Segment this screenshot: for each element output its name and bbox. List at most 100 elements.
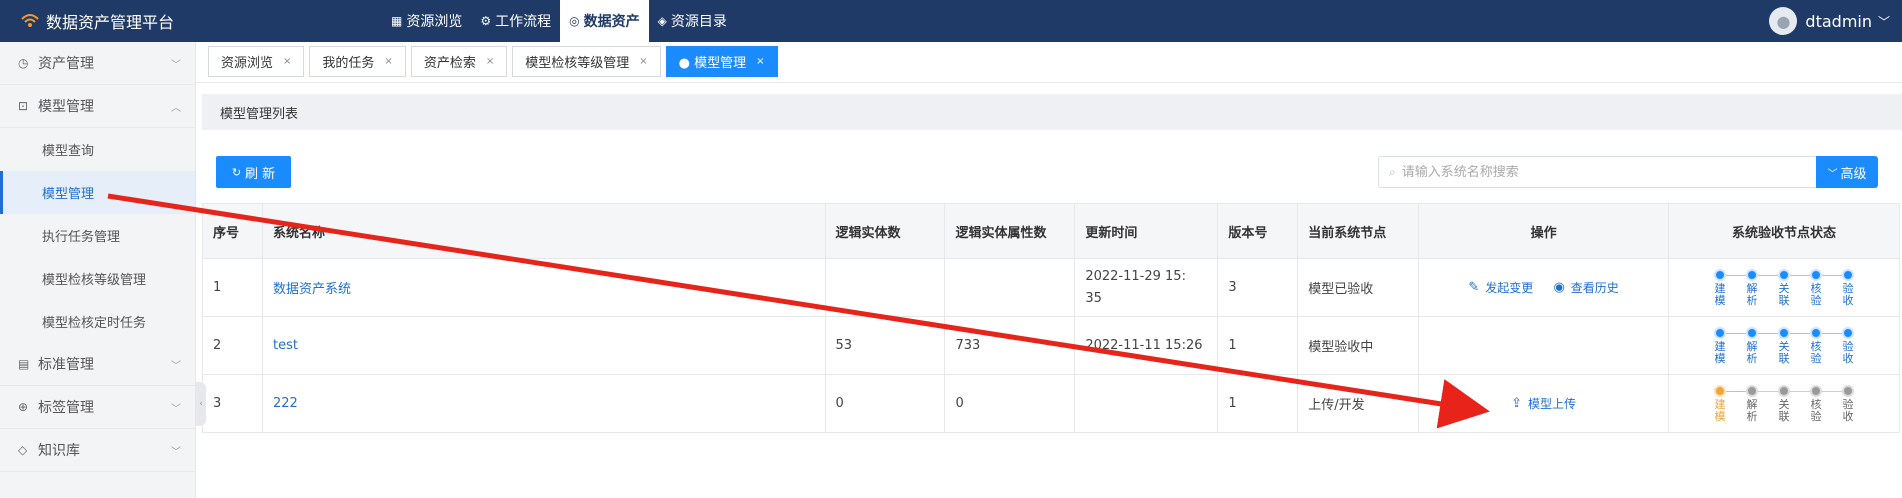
cell-node: 模型已验收 xyxy=(1297,258,1420,317)
tabs-divider xyxy=(196,82,1902,83)
user-menu[interactable]: ● dtadmin ﹀ xyxy=(1769,0,1890,42)
sidebar-item-standard-management[interactable]: ▤ 标准管理 ﹀ xyxy=(0,343,195,386)
cell-index: 3 xyxy=(202,374,263,433)
tab-my-tasks[interactable]: 我的任务 × xyxy=(309,46,406,77)
view-history-button[interactable]: ◉ 查看历史 xyxy=(1553,279,1618,296)
wifi-logo-icon xyxy=(20,11,40,31)
step-modeling: 建模 xyxy=(1704,326,1746,365)
brand[interactable]: 数据资产管理平台 xyxy=(0,9,382,33)
cell-attributes xyxy=(944,258,1076,317)
tab-asset-search[interactable]: 资产检索 × xyxy=(410,46,508,77)
initiate-change-button[interactable]: ✎ 发起变更 xyxy=(1468,279,1533,296)
step-dot xyxy=(1778,384,1790,397)
col-actions: 操作 xyxy=(1418,203,1670,259)
step-dot xyxy=(1746,326,1758,339)
sidebar-item-check-schedule[interactable]: 模型检核定时任务 xyxy=(0,300,195,343)
system-name-link[interactable]: test xyxy=(273,338,298,353)
close-icon[interactable]: × xyxy=(486,56,494,67)
step-dot xyxy=(1778,268,1790,281)
tab-bar: 资源浏览 × 我的任务 × 资产检索 × 模型检核等级管理 × ● 模型管理 × xyxy=(208,46,778,77)
close-icon[interactable]: × xyxy=(283,56,291,67)
col-index: 序号 xyxy=(202,203,263,259)
col-entities: 逻辑实体数 xyxy=(824,203,946,259)
chevron-down-icon: ﹀ xyxy=(1877,14,1890,29)
doc-icon: ▤ xyxy=(18,357,30,371)
step-dot xyxy=(1842,384,1854,397)
chevron-down-icon: ﹀ xyxy=(171,59,181,71)
plus-circle-icon: ⊕ xyxy=(18,400,29,414)
col-updated: 更新时间 xyxy=(1074,203,1219,259)
cell-system-name: test xyxy=(261,316,826,375)
step-status: 建模 解析 关联 核验 验收 xyxy=(1669,384,1899,423)
nav-workflow[interactable]: ⚙ 工作流程 xyxy=(471,0,560,42)
step-dot xyxy=(1714,326,1726,339)
refresh-button[interactable]: ↻ 刷 新 xyxy=(216,156,291,188)
asset-icon: ◎ xyxy=(569,14,580,28)
cell-entities: 0 xyxy=(824,374,946,433)
search-icon: ⌕ xyxy=(1389,164,1396,179)
sidebar-item-model-management[interactable]: ⊡ 模型管理 ︿ xyxy=(0,85,195,128)
search-input[interactable] xyxy=(1401,164,1816,180)
cell-index: 2 xyxy=(202,316,263,375)
close-icon[interactable]: × xyxy=(756,56,764,67)
app-title: 数据资产管理平台 xyxy=(46,13,175,32)
cell-attributes: 0 xyxy=(944,374,1076,433)
workflow-icon: ⚙ xyxy=(480,14,492,28)
cell-updated: 2022-11-11 15:26 xyxy=(1074,316,1219,375)
chevron-down-icon: ﹀ xyxy=(1827,168,1838,180)
cell-updated xyxy=(1074,374,1219,433)
col-step-status: 系统验收节点状态 xyxy=(1668,203,1900,259)
advanced-search-button[interactable]: ﹀ 高级 xyxy=(1816,156,1878,188)
sidebar-item-model-manage[interactable]: 模型管理 xyxy=(0,171,195,214)
sidebar-item-asset-management[interactable]: ◷ 资产管理 ﹀ xyxy=(0,42,195,85)
sidebar-item-check-level[interactable]: 模型检核等级管理 xyxy=(0,257,195,300)
system-name-link[interactable]: 222 xyxy=(273,396,298,411)
nav-resource-browse[interactable]: ▦ 资源浏览 xyxy=(382,0,471,42)
layers-icon: ◈ xyxy=(657,14,667,28)
step-dot xyxy=(1810,326,1822,339)
cell-attributes: 733 xyxy=(944,316,1076,375)
step-modeling: 建模 xyxy=(1704,268,1746,307)
tab-resource-browse[interactable]: 资源浏览 × xyxy=(208,46,305,77)
col-system-name: 系统名称 xyxy=(261,203,826,259)
step-status: 建模 解析 关联 核验 验收 xyxy=(1669,326,1899,365)
sidebar: ◷ 资产管理 ﹀ ⊡ 模型管理 ︿ 模型查询 模型管理 执行任务管理 模型检核等… xyxy=(0,42,196,498)
chevron-up-icon: ︿ xyxy=(171,102,181,114)
tab-check-level[interactable]: 模型检核等级管理 × xyxy=(512,46,661,77)
step-dot xyxy=(1810,384,1822,397)
upload-model-button[interactable]: ⇪ 模型上传 xyxy=(1511,395,1576,412)
cell-node: 模型验收中 xyxy=(1297,316,1420,375)
table-row: 1 数据资产系统 2022-11-29 15:35 3 模型已验收 ✎ 发起变更 … xyxy=(202,258,1900,317)
system-name-link[interactable]: 数据资产系统 xyxy=(273,282,351,297)
cell-version: 1 xyxy=(1217,316,1299,375)
cell-step-status: 建模 解析 关联 核验 验收 xyxy=(1668,374,1900,433)
cell-version: 1 xyxy=(1217,374,1299,433)
close-icon[interactable]: × xyxy=(639,56,647,67)
tab-model-management[interactable]: ● 模型管理 × xyxy=(665,46,778,77)
step-dot xyxy=(1842,268,1854,281)
cell-system-name: 222 xyxy=(261,374,826,433)
cell-index: 1 xyxy=(202,258,263,317)
clock-icon: ◷ xyxy=(18,56,29,70)
col-version: 版本号 xyxy=(1217,203,1299,259)
table-row: 2 test 53 733 2022-11-11 15:26 1 模型验收中 建… xyxy=(202,316,1900,375)
step-dot xyxy=(1714,384,1726,397)
edit-icon: ✎ xyxy=(1468,280,1480,295)
search-box: ⌕ xyxy=(1378,156,1816,188)
step-modeling: 建模 xyxy=(1704,384,1746,423)
cell-updated: 2022-11-29 15:35 xyxy=(1074,258,1219,317)
cell-actions: ✎ 发起变更 ◉ 查看历史 xyxy=(1418,258,1670,317)
col-node: 当前系统节点 xyxy=(1297,203,1420,259)
sidebar-item-tag-management[interactable]: ⊕ 标签管理 ﹀ xyxy=(0,386,195,429)
cell-node: 上传/开发 xyxy=(1297,374,1420,433)
cell-entities xyxy=(824,258,946,317)
close-icon[interactable]: × xyxy=(384,56,392,67)
sidebar-item-task-management[interactable]: 执行任务管理 xyxy=(0,214,195,257)
step-dot xyxy=(1714,268,1726,281)
avatar: ● xyxy=(1769,7,1798,35)
sidebar-item-knowledge-base[interactable]: ◇ 知识库 ﹀ xyxy=(0,429,195,472)
nav-resource-catalog[interactable]: ◈ 资源目录 xyxy=(649,0,736,42)
nav-data-assets[interactable]: ◎ 数据资产 xyxy=(560,0,649,42)
sidebar-item-model-query[interactable]: 模型查询 xyxy=(0,128,195,171)
step-dot xyxy=(1746,268,1758,281)
